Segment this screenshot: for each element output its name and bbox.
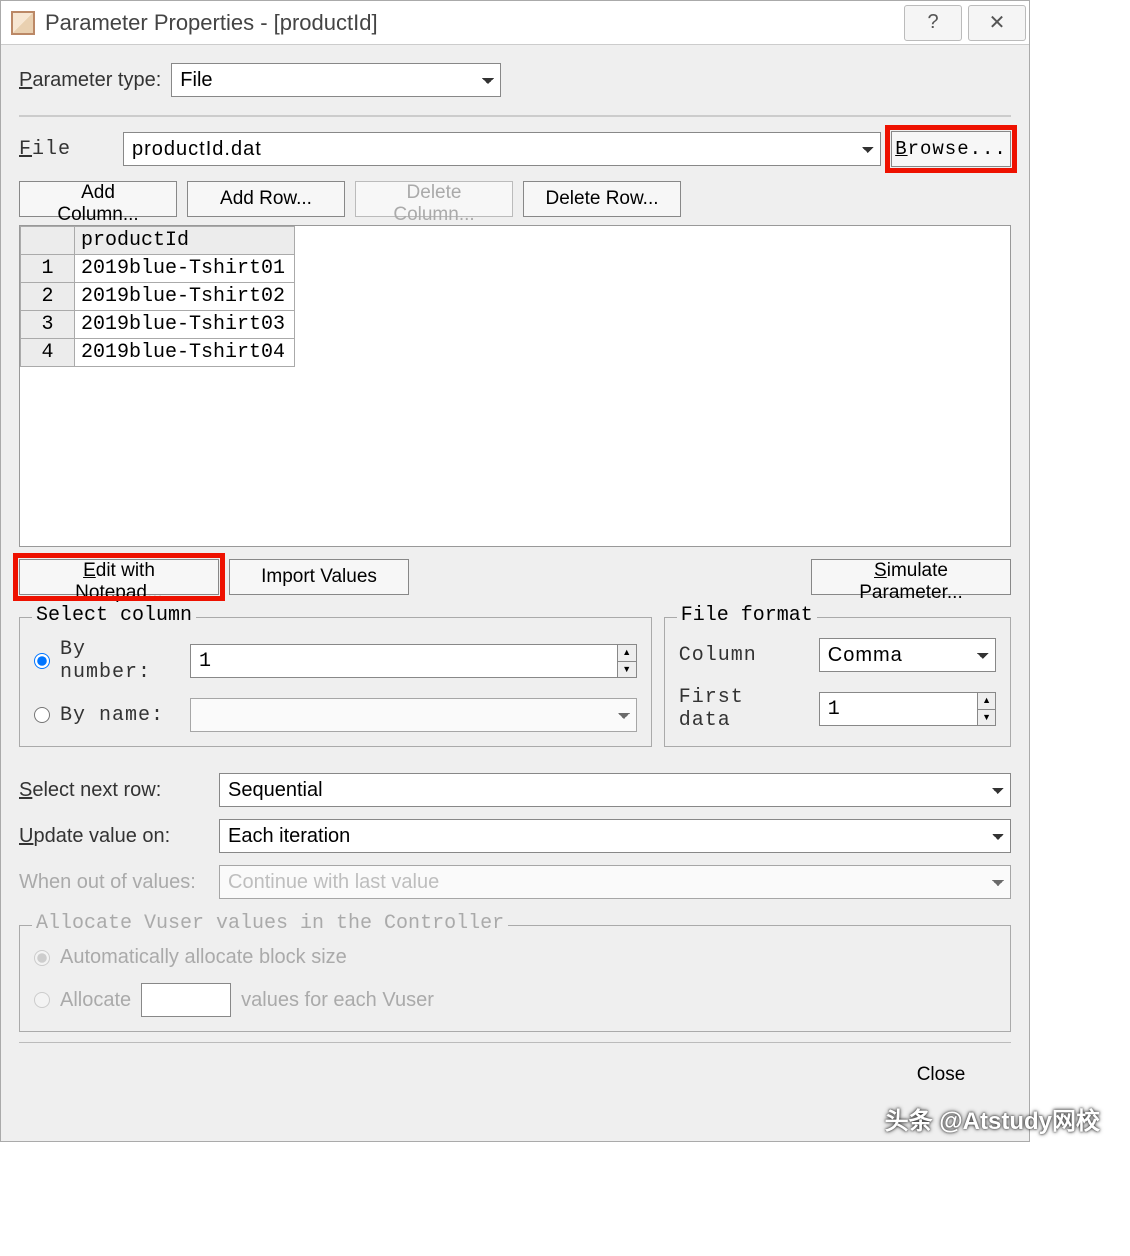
parameter-type-label: Parameter type: bbox=[19, 69, 161, 92]
table-row[interactable]: 32019blue-Tshirt03 bbox=[21, 311, 295, 339]
titlebar: Parameter Properties - [productId] ? ✕ bbox=[1, 1, 1029, 45]
import-values-button[interactable]: Import Values bbox=[229, 559, 409, 595]
by-number-input[interactable] bbox=[190, 644, 618, 678]
row-header: 1 bbox=[21, 255, 75, 283]
row-header: 2 bbox=[21, 283, 75, 311]
grid-column-header[interactable]: productId bbox=[75, 227, 295, 255]
by-name-label: By name: bbox=[60, 704, 180, 727]
by-number-label: By number: bbox=[60, 638, 180, 684]
help-button[interactable]: ? bbox=[904, 5, 962, 41]
allocate-count-input bbox=[141, 983, 231, 1017]
help-icon: ? bbox=[927, 11, 938, 34]
auto-allocate-radio bbox=[34, 950, 50, 966]
when-out-of-values-select: Continue with last value bbox=[219, 865, 1011, 899]
allocate-vuser-group: Allocate Vuser values in the Controller … bbox=[19, 925, 1011, 1032]
file-label: File bbox=[19, 138, 113, 161]
allocate-count-radio bbox=[34, 992, 50, 1008]
close-icon: ✕ bbox=[989, 10, 1006, 35]
by-number-radio[interactable] bbox=[34, 653, 50, 669]
update-value-on-label: Update value on: bbox=[19, 825, 209, 848]
cell-value[interactable]: 2019blue-Tshirt03 bbox=[75, 311, 295, 339]
allocate-legend: Allocate Vuser values in the Controller bbox=[32, 912, 508, 935]
spin-up-icon[interactable]: ▲ bbox=[978, 693, 995, 710]
first-data-input[interactable] bbox=[819, 692, 978, 726]
cell-value[interactable]: 2019blue-Tshirt04 bbox=[75, 339, 295, 367]
cell-value[interactable]: 2019blue-Tshirt02 bbox=[75, 283, 295, 311]
by-number-spinner[interactable]: ▲▼ bbox=[190, 644, 637, 678]
by-name-select bbox=[190, 698, 637, 732]
table-row[interactable]: 12019blue-Tshirt01 bbox=[21, 255, 295, 283]
by-name-radio[interactable] bbox=[34, 707, 50, 723]
file-format-group: File format Column Comma First data ▲▼ bbox=[664, 617, 1011, 747]
table-row[interactable]: 42019blue-Tshirt04 bbox=[21, 339, 295, 367]
simulate-parameter-button[interactable]: Simulate Parameter... bbox=[811, 559, 1011, 595]
when-out-of-values-label: When out of values: bbox=[19, 871, 209, 894]
add-column-button[interactable]: Add Column... bbox=[19, 181, 177, 217]
app-icon bbox=[11, 11, 35, 35]
browse-button[interactable]: Browse... bbox=[891, 131, 1011, 167]
values-each-label: values for each Vuser bbox=[241, 989, 434, 1012]
select-next-row-label: Select next row: bbox=[19, 779, 209, 802]
add-row-button[interactable]: Add Row... bbox=[187, 181, 345, 217]
close-window-button[interactable]: ✕ bbox=[968, 5, 1026, 41]
data-grid[interactable]: productId 12019blue-Tshirt0122019blue-Ts… bbox=[19, 225, 1011, 547]
close-button[interactable]: Close bbox=[891, 1057, 991, 1093]
select-column-group: Select column By number: ▲▼ By name: bbox=[19, 617, 652, 747]
spin-up-icon[interactable]: ▲ bbox=[618, 645, 636, 662]
auto-allocate-label: Automatically allocate block size bbox=[60, 946, 347, 969]
spin-down-icon[interactable]: ▼ bbox=[978, 710, 995, 726]
table-row[interactable]: 22019blue-Tshirt02 bbox=[21, 283, 295, 311]
parameter-type-select[interactable]: File bbox=[171, 63, 501, 97]
first-data-label: First data bbox=[679, 686, 809, 732]
window-title: Parameter Properties - [productId] bbox=[45, 10, 901, 36]
spin-down-icon[interactable]: ▼ bbox=[618, 662, 636, 678]
grid-corner bbox=[21, 227, 75, 255]
row-header: 4 bbox=[21, 339, 75, 367]
select-column-legend: Select column bbox=[32, 604, 196, 627]
column-delimiter-label: Column bbox=[679, 644, 809, 667]
first-data-spinner[interactable]: ▲▼ bbox=[819, 692, 996, 726]
select-next-row-select[interactable]: Sequential bbox=[219, 773, 1011, 807]
file-format-legend: File format bbox=[677, 604, 817, 627]
file-path-select[interactable]: productId.dat bbox=[123, 132, 881, 166]
dialog-window: Parameter Properties - [productId] ? ✕ P… bbox=[0, 0, 1030, 1142]
delete-row-button[interactable]: Delete Row... bbox=[523, 181, 681, 217]
allocate-label: Allocate bbox=[60, 989, 131, 1012]
delete-column-button: Delete Column... bbox=[355, 181, 513, 217]
cell-value[interactable]: 2019blue-Tshirt01 bbox=[75, 255, 295, 283]
edit-with-notepad-button[interactable]: Edit with Notepad... bbox=[19, 559, 219, 595]
update-value-on-select[interactable]: Each iteration bbox=[219, 819, 1011, 853]
column-delimiter-select[interactable]: Comma bbox=[819, 638, 996, 672]
row-header: 3 bbox=[21, 311, 75, 339]
